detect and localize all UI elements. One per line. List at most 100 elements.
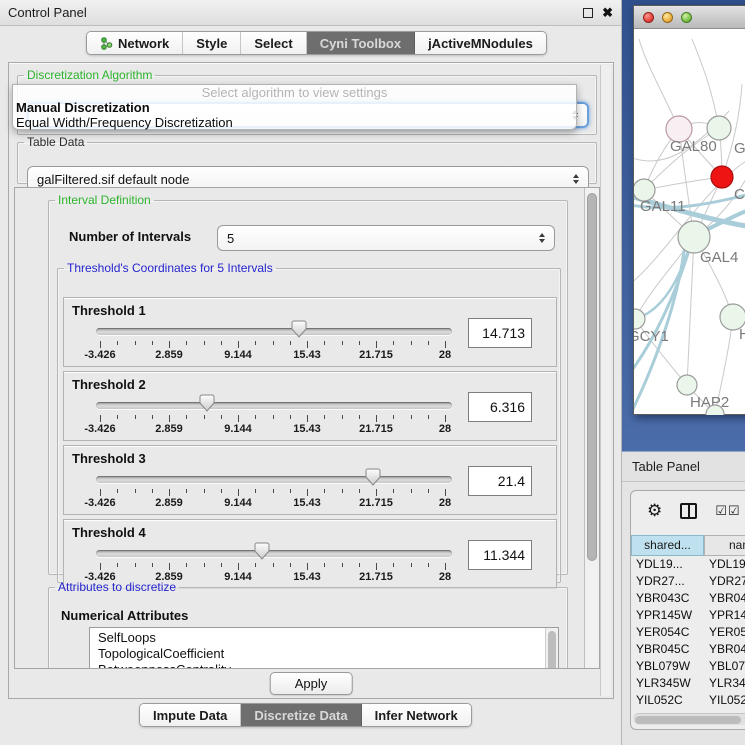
tick-label: 28: [439, 497, 451, 509]
slider-ticks: [100, 563, 445, 571]
list-scrollbar[interactable]: [545, 628, 558, 669]
popup-item-manual-discretization[interactable]: Manual Discretization: [13, 100, 576, 115]
table-row[interactable]: YLR345WYLR345W: [631, 675, 745, 692]
vertical-scrollbar-thumb[interactable]: [587, 193, 597, 561]
threshold-label: Threshold 4: [72, 525, 146, 540]
slider-handle[interactable]: [365, 468, 381, 486]
network-edge[interactable]: [687, 237, 694, 385]
slider-handle[interactable]: [199, 394, 215, 412]
tab-impute-data[interactable]: Impute Data: [140, 704, 241, 726]
tick-label: 15.43: [293, 497, 321, 509]
tab-network[interactable]: Network: [87, 32, 183, 54]
split-view-icon[interactable]: [680, 503, 697, 519]
network-window[interactable]: GAL80GACGAL11GAL4GCY1HHAP2: [633, 5, 745, 415]
slider-tick-labels: -3.4262.8599.14415.4321.71528: [100, 497, 445, 510]
slider-handle[interactable]: [291, 320, 307, 338]
threshold-label: Threshold 2: [72, 377, 146, 392]
slider-track[interactable]: [96, 550, 452, 557]
list-scrollbar-thumb[interactable]: [548, 631, 556, 669]
numerical-attributes-list[interactable]: SelfLoopsTopologicalCoefficientBetweenne…: [89, 627, 559, 669]
tick-label: -3.426: [84, 497, 115, 509]
tick-label: 2.859: [155, 423, 183, 435]
network-edge[interactable]: [692, 39, 719, 128]
table-row[interactable]: YPR145WYPR145W: [631, 607, 745, 624]
panel-title: Control Panel: [8, 5, 87, 20]
tab-jactivemnodules[interactable]: jActiveMNodules: [415, 32, 546, 54]
table-cell: YBR043C: [704, 590, 745, 607]
group-title: Threshold's Coordinates for 5 Intervals: [64, 261, 276, 275]
close-traffic-light-icon[interactable]: [643, 12, 654, 23]
gear-icon[interactable]: ⚙: [647, 503, 662, 520]
table-row[interactable]: YDR27...YDR27: [631, 573, 745, 590]
threshold-value-field[interactable]: 6.316: [468, 392, 532, 422]
table-row[interactable]: YER054CYER054C: [631, 624, 745, 641]
threshold-value-field[interactable]: 14.713: [468, 318, 532, 348]
algorithm-dropdown-popup: Select algorithm to view settings Manual…: [12, 84, 577, 130]
tab-style[interactable]: Style: [183, 32, 241, 54]
table-row[interactable]: YBR045CYBR045C: [631, 641, 745, 658]
table-cell: YBR045C: [631, 641, 704, 658]
tick-label: 15.43: [293, 423, 321, 435]
tab-label: Network: [118, 36, 169, 51]
horizontal-scrollbar-thumb[interactable]: [635, 716, 741, 724]
tab-cyni-toolbox[interactable]: Cyni Toolbox: [307, 32, 415, 54]
table-cell: YER054C: [704, 624, 745, 641]
right-panel: GAL80GACGAL11GAL4GCY1HHAP2 Table Panel ⚙…: [622, 0, 745, 745]
slider-track[interactable]: [96, 402, 452, 409]
table-panel-inner: ⚙ ☑☑ shared...nameYDL19...YDL19YDR27...Y…: [630, 490, 745, 730]
table-cell: YLR345W: [631, 675, 704, 692]
table-row[interactable]: YBR043CYBR043C: [631, 590, 745, 607]
tick-label: -3.426: [84, 423, 115, 435]
panel-scrollbar-track[interactable]: [600, 65, 611, 696]
column-header-name[interactable]: name: [704, 535, 745, 556]
threshold-row-4: Threshold 4-3.4262.8599.14415.4321.71528…: [63, 519, 557, 589]
tab-infer-network[interactable]: Infer Network: [362, 704, 471, 726]
network-node-label: GAL4: [700, 249, 738, 266]
tab-select[interactable]: Select: [241, 32, 306, 54]
attribute-list-item[interactable]: TopologicalCoefficient: [98, 646, 558, 662]
attribute-list-item[interactable]: BetweennessCentrality: [98, 662, 558, 669]
checkbox-checked-icon[interactable]: ☑☑: [715, 504, 740, 519]
close-icon[interactable]: ✖: [602, 8, 613, 18]
apply-button[interactable]: Apply: [270, 672, 353, 695]
slider-track[interactable]: [96, 476, 452, 483]
network-node-ga[interactable]: [707, 116, 731, 140]
network-window-titlebar[interactable]: [634, 6, 745, 29]
threshold-row-3: Threshold 3 -3.4262.8599.14415.4321.71528…: [63, 445, 557, 515]
tick-label: 9.144: [224, 349, 252, 361]
network-canvas[interactable]: GAL80GACGAL11GAL4GCY1HHAP2: [634, 29, 745, 415]
table-panel-titlebar: Table Panel: [622, 452, 745, 482]
table-row[interactable]: YDL19...YDL19: [631, 556, 745, 573]
tick-label: 21.715: [359, 349, 393, 361]
top-tabbar: Network StyleSelectCyni ToolboxjActiveMNo…: [86, 31, 547, 55]
network-graph[interactable]: GAL80GACGAL11GAL4GCY1HHAP2: [634, 29, 745, 415]
minimize-traffic-light-icon[interactable]: [662, 12, 673, 23]
table-row[interactable]: YIL052CYIL052C: [631, 692, 745, 709]
threshold-value-field[interactable]: 11.344: [468, 540, 532, 570]
threshold-value-field[interactable]: 21.4: [468, 466, 532, 496]
popup-prompt-item[interactable]: Select algorithm to view settings: [13, 85, 576, 100]
network-edge[interactable]: [644, 177, 722, 190]
table-cell: YBL079W: [704, 658, 745, 675]
horizontal-scrollbar[interactable]: [633, 713, 745, 725]
attribute-list-item[interactable]: SelfLoops: [98, 630, 558, 646]
network-node-c[interactable]: [711, 166, 733, 188]
numerical-attributes-label: Numerical Attributes: [61, 608, 188, 623]
column-header-shared-name[interactable]: shared...: [631, 535, 704, 556]
zoom-traffic-light-icon[interactable]: [681, 12, 692, 23]
float-icon[interactable]: [583, 8, 593, 18]
vertical-scrollbar[interactable]: [584, 188, 599, 668]
tick-label: 28: [439, 349, 451, 361]
slider-track[interactable]: [96, 328, 452, 335]
popup-item-equal-width-frequency[interactable]: Equal Width/Frequency Discretization: [13, 115, 576, 130]
network-edge[interactable]: [639, 39, 679, 129]
table-row[interactable]: YBL079WYBL079W: [631, 658, 745, 675]
table-cell: YDL19: [704, 556, 745, 573]
threshold-label: Threshold 3: [72, 451, 146, 466]
network-node-hap2[interactable]: [677, 375, 697, 395]
tab-discretize-data[interactable]: Discretize Data: [241, 704, 361, 726]
number-of-intervals-combobox[interactable]: 5: [217, 225, 555, 251]
network-edge-highlighted[interactable]: [635, 251, 688, 319]
network-node-gcy1[interactable]: [634, 309, 645, 329]
slider-handle[interactable]: [254, 542, 270, 560]
